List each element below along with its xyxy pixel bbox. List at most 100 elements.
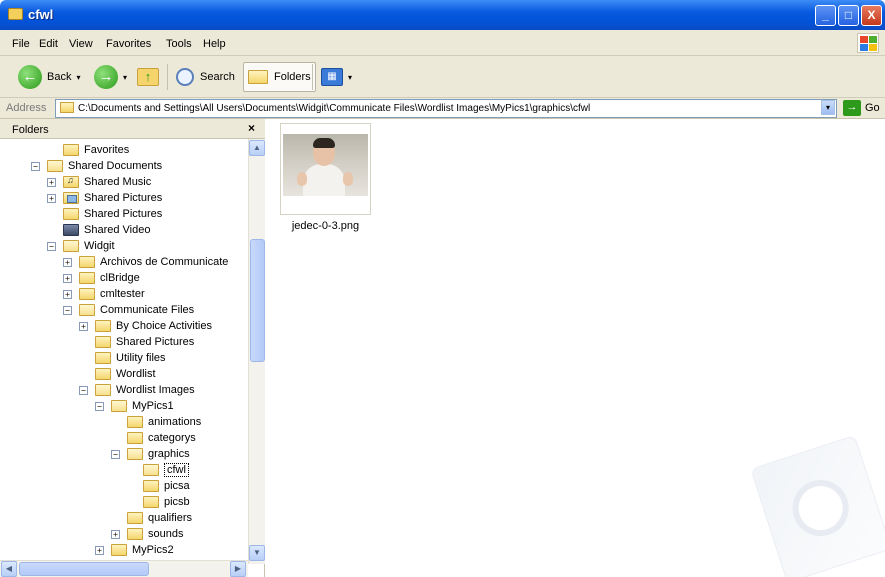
expand-icon[interactable]: +: [95, 545, 104, 555]
expand-icon[interactable]: +: [47, 177, 56, 187]
expand-icon[interactable]: +: [63, 289, 72, 299]
tree-node-archivos-de-communicate[interactable]: + Archivos de Communicate: [63, 254, 228, 270]
tree-node-favorites[interactable]: Favorites: [47, 142, 129, 158]
tree-node-label: cmltester: [100, 288, 145, 300]
up-button[interactable]: ↑: [137, 62, 159, 92]
folders-label: Folders: [274, 71, 311, 83]
collapse-icon[interactable]: −: [47, 241, 56, 251]
folder-icon: [143, 480, 159, 492]
title-bar[interactable]: cfwl _ □ X: [0, 0, 885, 30]
tree-node-shared-documents[interactable]: − Shared Documents: [31, 158, 162, 174]
file-name-label[interactable]: jedec-0-3.png: [280, 220, 371, 232]
forward-button[interactable]: → ▾: [94, 62, 127, 92]
address-dropdown-button[interactable]: ▾: [821, 100, 835, 115]
folders-horizontal-scrollbar[interactable]: ◀ ▶: [0, 560, 248, 577]
tree-node-clbridge[interactable]: + clBridge: [63, 270, 140, 286]
collapse-icon[interactable]: −: [31, 161, 40, 171]
tree-node-wordlist[interactable]: Wordlist: [95, 366, 156, 382]
photo-hair: [313, 138, 335, 148]
menu-bar: File Edit View Favorites Tools Help: [0, 30, 885, 56]
tree-node-by-choice-activities[interactable]: + By Choice Activities: [79, 318, 212, 334]
menu-edit[interactable]: Edit: [39, 38, 58, 50]
go-button[interactable]: Go: [865, 102, 880, 114]
expand-icon[interactable]: +: [63, 273, 72, 283]
menu-file[interactable]: File: [12, 38, 30, 50]
back-button[interactable]: ← Back ▾: [18, 62, 80, 92]
tree-node-label: MyPics1: [132, 400, 174, 412]
chevron-down-icon: ▼: [253, 548, 261, 557]
folders-vertical-scrollbar[interactable]: ▲ ▼: [248, 139, 265, 564]
close-folders-pane-button[interactable]: ×: [248, 121, 255, 135]
tree-node-shared-video[interactable]: Shared Video: [63, 222, 150, 238]
folder-icon: [79, 288, 95, 300]
expand-icon[interactable]: +: [79, 321, 88, 331]
views-dropdown-icon[interactable]: ▾: [348, 73, 352, 82]
tree-node-label: sounds: [148, 528, 184, 540]
scroll-right-button[interactable]: ▶: [230, 561, 246, 577]
menu-tools[interactable]: Tools: [166, 38, 192, 50]
tree-node-label: graphics: [148, 448, 190, 460]
tree-node-shared-pictures-2[interactable]: Shared Pictures: [63, 206, 162, 222]
back-dropdown-icon[interactable]: ▾: [76, 73, 80, 82]
video-folder-icon: [63, 224, 79, 236]
folders-pane-header: Folders ×: [0, 119, 265, 139]
file-list-pane[interactable]: jedec-0-3.png: [266, 119, 885, 577]
search-button[interactable]: Search: [176, 62, 235, 92]
tree-node-graphics[interactable]: − graphics: [111, 446, 190, 462]
collapse-icon[interactable]: −: [79, 385, 88, 395]
back-label: Back: [47, 71, 72, 83]
tree-node-wordlist-images[interactable]: − Wordlist Images: [79, 382, 195, 398]
tree-node-label: Favorites: [84, 144, 130, 156]
scroll-left-button[interactable]: ◀: [1, 561, 17, 577]
windows-watermark-icon: [750, 434, 885, 577]
minimize-button[interactable]: _: [815, 5, 836, 26]
maximize-button[interactable]: □: [838, 5, 859, 26]
tree-node-qualifiers[interactable]: qualifiers: [127, 510, 192, 526]
menu-view[interactable]: View: [69, 38, 93, 50]
folders-pane: Folders × Favorites − Shared Documents + S…: [0, 119, 265, 577]
expand-icon[interactable]: +: [47, 193, 56, 203]
expand-icon[interactable]: +: [63, 257, 72, 267]
tree-node-sounds[interactable]: + sounds: [111, 526, 183, 542]
close-button[interactable]: X: [861, 5, 882, 26]
folder-icon: [127, 416, 143, 428]
collapse-icon[interactable]: −: [111, 449, 120, 459]
tree-node-communicate-files[interactable]: − Communicate Files: [63, 302, 194, 318]
address-input[interactable]: C:\Documents and Settings\All Users\Docu…: [55, 99, 837, 118]
folders-button[interactable]: Folders: [243, 62, 316, 92]
tree-node-label: Wordlist Images: [116, 384, 195, 396]
collapse-icon[interactable]: −: [63, 305, 72, 315]
menu-favorites[interactable]: Favorites: [106, 38, 151, 50]
folder-open-icon: [143, 464, 159, 476]
tree-node-shared-pictures[interactable]: + Shared Pictures: [47, 190, 162, 206]
views-button[interactable]: ▦ ▾: [321, 62, 352, 92]
tree-node-categorys[interactable]: categorys: [127, 430, 196, 446]
go-arrow-icon[interactable]: →: [843, 100, 861, 116]
scroll-thumb[interactable]: [250, 239, 265, 362]
folder-open-icon: [111, 400, 127, 412]
forward-dropdown-icon[interactable]: ▾: [123, 73, 127, 82]
horizontal-scroll-thumb[interactable]: [19, 562, 149, 576]
tree-node-label: Wordlist: [116, 368, 156, 380]
tree-node-picsa[interactable]: picsa: [143, 478, 190, 494]
tree-node-widgit[interactable]: − Widgit: [47, 238, 115, 254]
menu-help[interactable]: Help: [203, 38, 226, 50]
tree-node-animations[interactable]: animations: [127, 414, 201, 430]
tree-node-cmltester[interactable]: + cmltester: [63, 286, 145, 302]
tree-node-cfwl[interactable]: cfwl: [143, 462, 189, 478]
scroll-up-button[interactable]: ▲: [249, 140, 265, 156]
tree-node-mypics1[interactable]: − MyPics1: [95, 398, 174, 414]
collapse-icon[interactable]: −: [95, 401, 104, 411]
scroll-down-button[interactable]: ▼: [249, 545, 265, 561]
tree-node-utility-files[interactable]: Utility files: [95, 350, 166, 366]
folder-icon: [95, 336, 111, 348]
folder-icon: [127, 432, 143, 444]
tree-node-shared-pictures-3[interactable]: Shared Pictures: [95, 334, 194, 350]
tree-node-picsb[interactable]: picsb: [143, 494, 190, 510]
tree-node-shared-music[interactable]: + Shared Music: [47, 174, 151, 190]
file-thumbnail[interactable]: [280, 123, 371, 215]
folder-open-icon: [47, 160, 63, 172]
expand-icon[interactable]: +: [111, 529, 120, 539]
tree-node-label: Shared Pictures: [116, 336, 195, 348]
tree-node-mypics2[interactable]: + MyPics2: [95, 542, 174, 558]
